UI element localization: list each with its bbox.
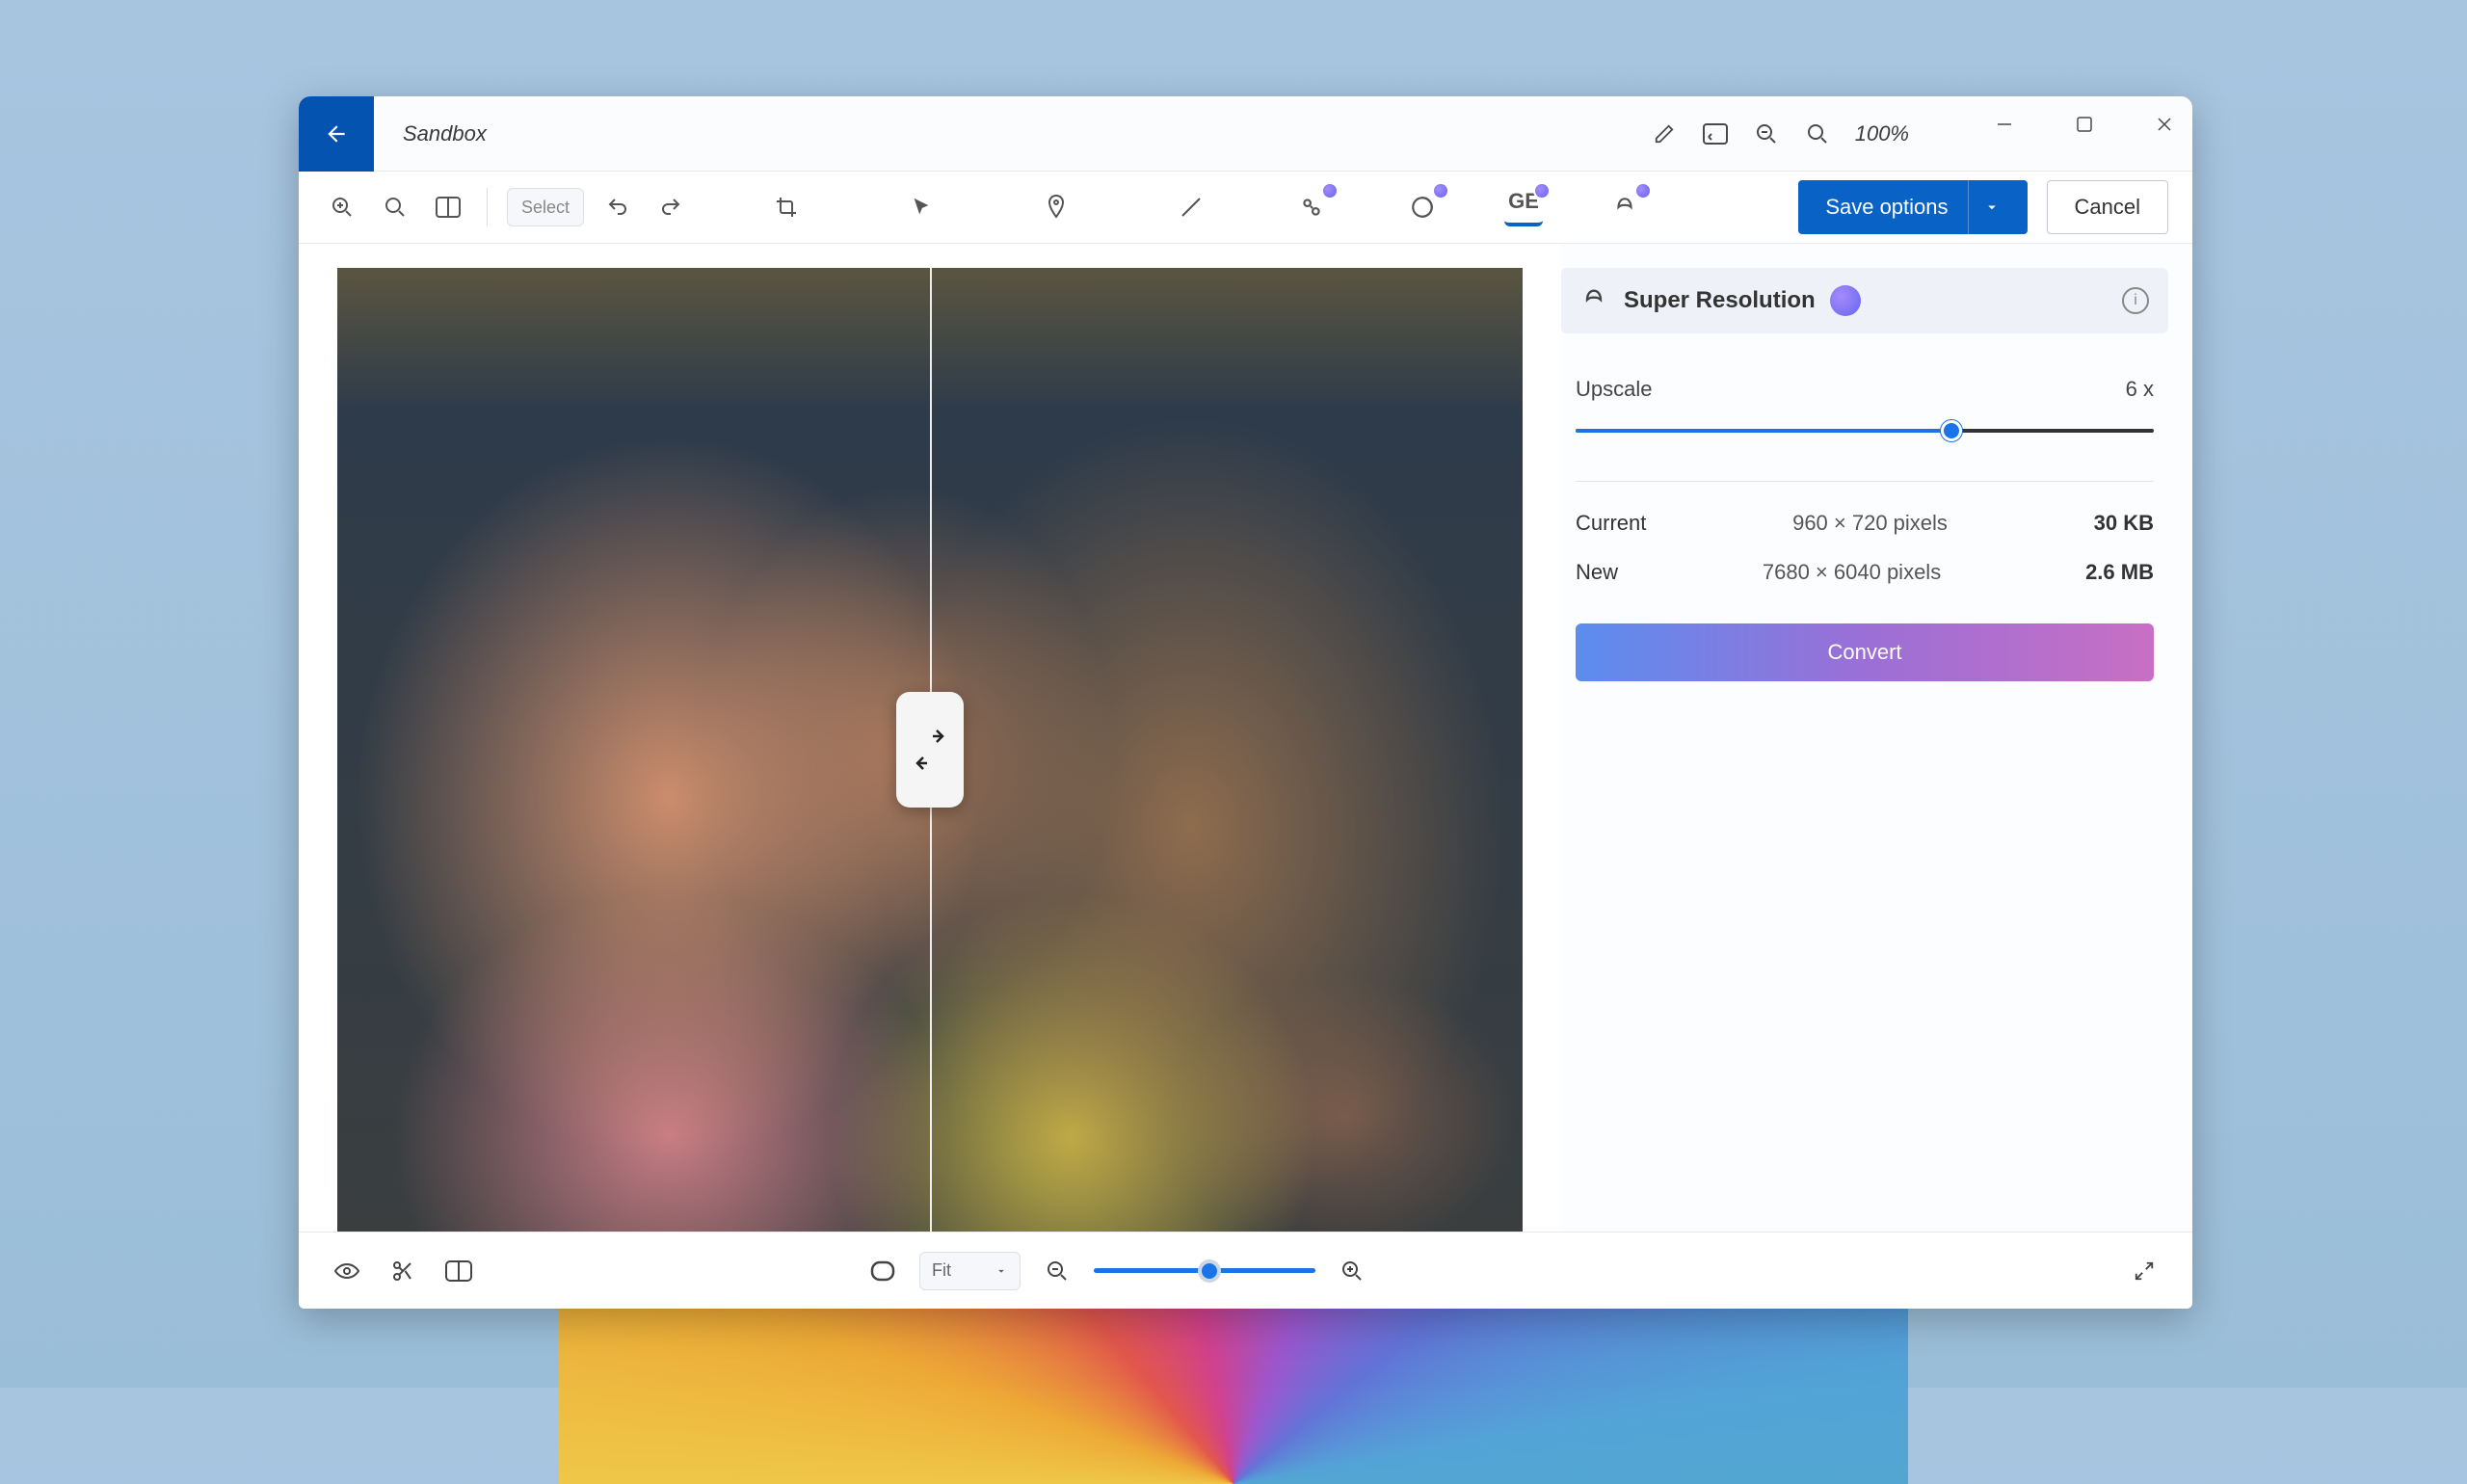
arrows-horizontal-icon	[915, 727, 944, 746]
bottom-bar: Fit	[299, 1232, 2192, 1309]
new-size: 2.6 MB	[2085, 560, 2154, 585]
ai-tool-3-icon[interactable]: GE	[1504, 188, 1543, 226]
ai-indicator-icon	[1533, 182, 1551, 199]
marker-tool-icon[interactable]	[1037, 188, 1075, 226]
toolbar: Select	[299, 172, 2192, 244]
zoom-in-icon[interactable]	[1333, 1252, 1371, 1290]
aspect-ratio-icon[interactable]	[1702, 120, 1729, 147]
current-resolution: 960 × 720 pixels	[1792, 511, 1948, 536]
current-label: Current	[1576, 511, 1646, 536]
undo-icon[interactable]	[598, 188, 637, 226]
arrows-horizontal-icon	[915, 754, 944, 773]
zoom-fit-icon[interactable]	[376, 188, 414, 226]
photo-editor-window: Sandbox 100%	[299, 96, 2192, 1309]
chevron-down-icon	[1968, 180, 2001, 234]
ai-indicator-icon	[1830, 285, 1861, 316]
side-panel: Super Resolution i Upscale 6 x	[1561, 244, 2192, 1232]
ai-tool-2-icon[interactable]	[1403, 188, 1442, 226]
rect-icon[interactable]	[863, 1252, 902, 1290]
chevron-down-icon	[995, 1264, 1008, 1278]
divider	[1576, 481, 2154, 482]
zoom-out-icon[interactable]	[1753, 120, 1780, 147]
new-label: New	[1576, 560, 1618, 585]
compare-icon[interactable]	[439, 1252, 478, 1290]
save-options-button[interactable]: Save options	[1798, 180, 2027, 234]
app-title: Sandbox	[403, 121, 487, 146]
titlebar: Sandbox 100%	[299, 96, 2192, 172]
content-area: Super Resolution i Upscale 6 x	[299, 244, 2192, 1232]
upscale-value: 6 x	[2126, 377, 2154, 402]
slider-thumb[interactable]	[1941, 420, 1962, 441]
crop-tool-icon[interactable]	[767, 188, 806, 226]
zoom-in-icon[interactable]	[1804, 120, 1831, 147]
panel-title: Super Resolution	[1624, 287, 1816, 314]
ai-super-resolution-icon[interactable]	[1605, 188, 1644, 226]
convert-button[interactable]: Convert	[1576, 623, 2154, 681]
arrow-left-icon	[324, 121, 349, 146]
info-button[interactable]: i	[2122, 287, 2149, 314]
upscale-label: Upscale	[1576, 377, 1652, 402]
close-button[interactable]	[2151, 111, 2178, 138]
fullscreen-icon[interactable]	[2125, 1252, 2163, 1290]
new-resolution: 7680 × 6040 pixels	[1763, 560, 1941, 585]
pointer-tool-icon[interactable]	[902, 188, 941, 226]
current-size: 30 KB	[2094, 511, 2154, 536]
zoom-out-icon[interactable]	[1038, 1252, 1076, 1290]
separator	[487, 188, 488, 226]
upscale-slider[interactable]	[1576, 429, 2154, 433]
edit-icon[interactable]	[1651, 120, 1678, 147]
ai-tool-1-icon[interactable]	[1292, 188, 1331, 226]
maximize-button[interactable]	[2071, 111, 2098, 138]
zoom-slider-thumb[interactable]	[1198, 1259, 1221, 1283]
zoom-slider[interactable]	[1094, 1268, 1315, 1273]
super-resolution-icon	[1580, 286, 1609, 315]
current-info-row: Current 960 × 720 pixels 30 KB	[1576, 511, 2154, 536]
zoom-tool-icon[interactable]	[323, 188, 361, 226]
minimize-button[interactable]	[1991, 111, 2018, 138]
selection-label[interactable]: Select	[507, 188, 584, 226]
image-canvas[interactable]	[337, 268, 1523, 1232]
zoom-select[interactable]: Fit	[919, 1252, 1021, 1290]
panel-body: Upscale 6 x Current 960 × 720 pixels 30 …	[1561, 377, 2168, 681]
cancel-button[interactable]: Cancel	[2047, 180, 2168, 234]
panels-icon[interactable]	[429, 188, 467, 226]
ai-indicator-icon	[1432, 182, 1449, 199]
comparison-slider-handle[interactable]	[896, 692, 964, 808]
ai-indicator-icon	[1321, 182, 1339, 199]
new-info-row: New 7680 × 6040 pixels 2.6 MB	[1576, 560, 2154, 585]
upscale-slider-row: Upscale 6 x	[1576, 377, 2154, 433]
redo-icon[interactable]	[651, 188, 690, 226]
zoom-percent-label: 100%	[1855, 121, 1909, 146]
save-button-label: Save options	[1825, 195, 1948, 220]
zoom-select-value: Fit	[932, 1260, 951, 1281]
eye-icon[interactable]	[328, 1252, 366, 1290]
slider-fill	[1576, 429, 1951, 433]
canvas-area	[299, 244, 1561, 1232]
panel-header: Super Resolution i	[1561, 268, 2168, 333]
scissors-icon[interactable]	[384, 1252, 422, 1290]
back-button[interactable]	[299, 96, 374, 172]
pen-tool-icon[interactable]	[1172, 188, 1210, 226]
ai-indicator-icon	[1634, 182, 1652, 199]
